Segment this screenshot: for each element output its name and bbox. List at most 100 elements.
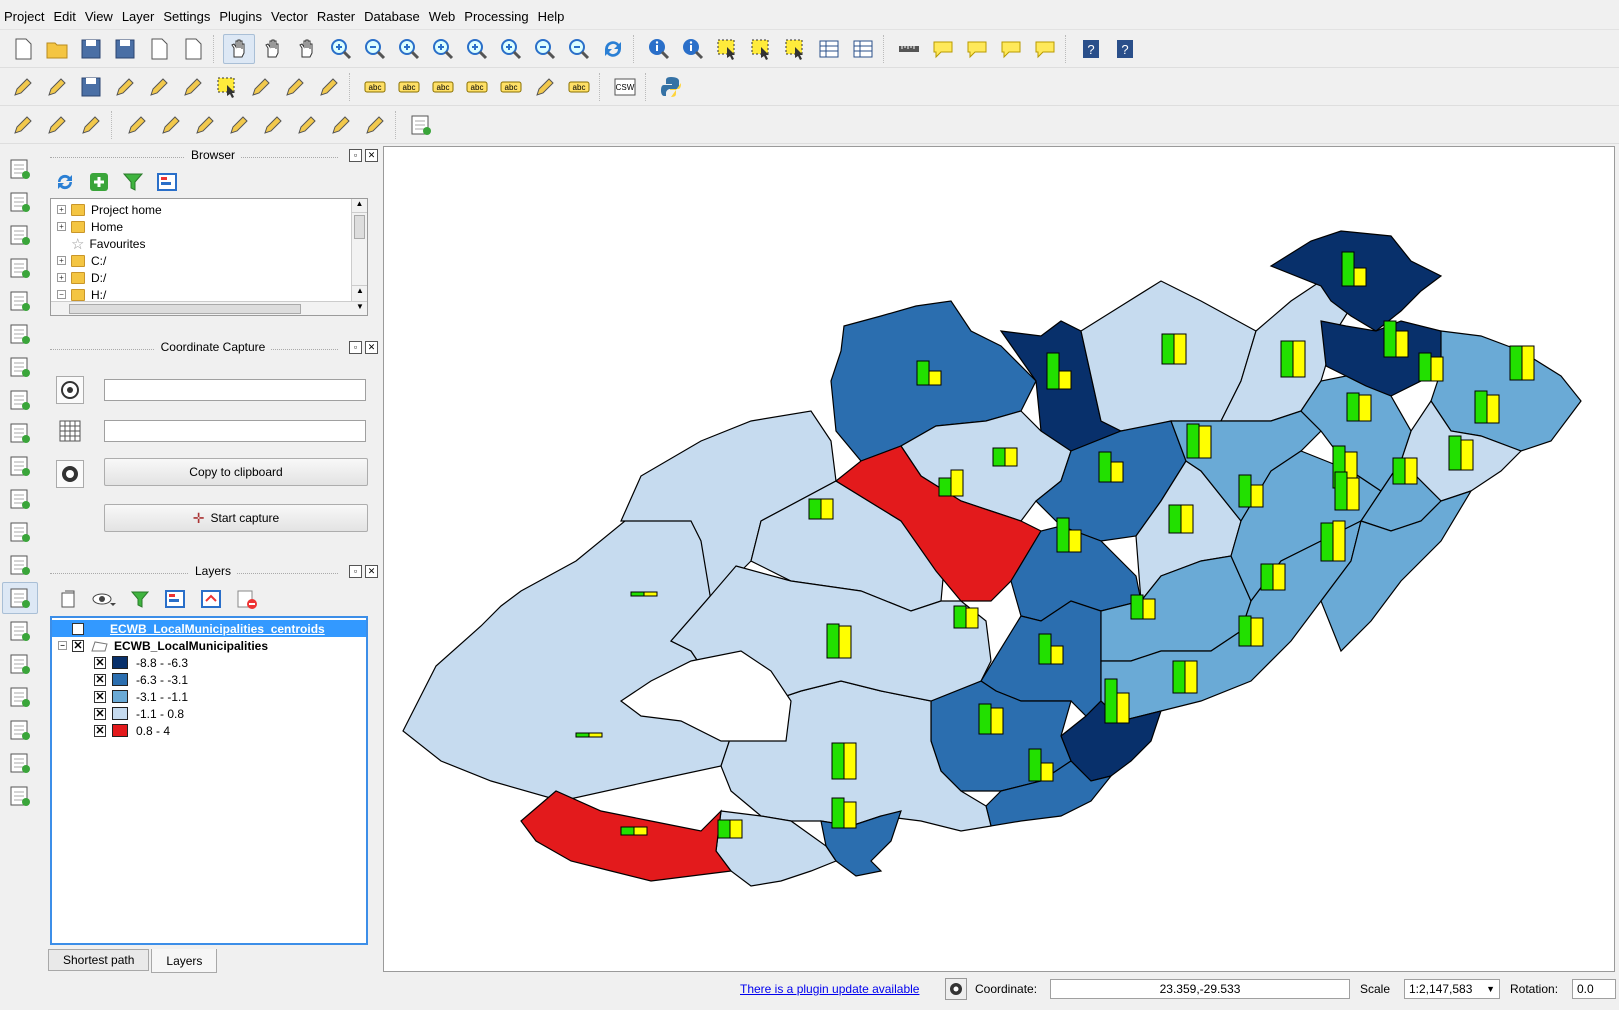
browser-item[interactable]: + Home	[51, 218, 367, 235]
menu-vector[interactable]: Vector	[270, 9, 316, 24]
cut-features-button[interactable]	[245, 72, 277, 102]
whats-this-button[interactable]: ?	[1109, 34, 1141, 64]
coordinate-field-2[interactable]	[104, 420, 366, 442]
collapse-icon[interactable]: −	[58, 641, 67, 650]
label-pin-button[interactable]: abc	[393, 72, 425, 102]
class-visibility-checkbox[interactable]: ✕	[94, 690, 106, 703]
topology-checker-button[interactable]	[2, 714, 38, 746]
close-icon[interactable]: ✕	[365, 565, 378, 578]
chevron-down-icon[interactable]: ▼	[1486, 984, 1495, 994]
zoom-to-layer-button[interactable]	[495, 34, 527, 64]
label-rotate-button[interactable]	[529, 72, 561, 102]
start-capture-button[interactable]: ✛ Start capture	[104, 504, 368, 532]
layer-styling-icon[interactable]	[58, 589, 78, 609]
browser-vscrollbar[interactable]: ▲ ▲ ▼	[351, 199, 367, 315]
add-vector-layer-button[interactable]	[2, 153, 38, 185]
class-visibility-checkbox[interactable]: ✕	[94, 673, 106, 686]
sql-button[interactable]	[2, 780, 38, 812]
browser-item[interactable]: + Project home	[51, 201, 367, 218]
municipality-polygon[interactable]	[520, 790, 733, 882]
legend-class-row[interactable]: ✕ -8.8 - -6.3	[52, 654, 366, 671]
legend-class-row[interactable]: ✕ 0.8 - 4	[52, 722, 366, 739]
toggle-editing-button[interactable]	[41, 72, 73, 102]
plugin-update-link[interactable]: There is a plugin update available	[740, 982, 919, 996]
attribute-table-button[interactable]	[813, 34, 845, 64]
scale-combobox[interactable]: 1:2,147,583 ▼	[1404, 979, 1500, 999]
reshape-button[interactable]	[223, 110, 255, 140]
add-delimited-text-button[interactable]	[2, 483, 38, 515]
add-mssql-layer-button[interactable]	[2, 285, 38, 317]
composer-manager-button[interactable]	[177, 34, 209, 64]
coordinate-display[interactable]: 23.359,-29.533	[1050, 979, 1350, 999]
expand-icon[interactable]: +	[57, 273, 66, 282]
tab-shortest-path[interactable]: Shortest path	[48, 949, 150, 971]
zoom-next-button[interactable]	[563, 34, 595, 64]
manage-visibility-icon[interactable]	[92, 589, 116, 609]
pan-map-button[interactable]	[257, 34, 289, 64]
menu-edit[interactable]: Edit	[52, 9, 83, 24]
new-shapefile-button[interactable]	[2, 516, 38, 548]
new-bookmark-button[interactable]	[961, 34, 993, 64]
zoom-to-selection-button[interactable]	[461, 34, 493, 64]
map-canvas[interactable]	[383, 146, 1615, 972]
print-composer-button[interactable]	[143, 34, 175, 64]
browser-item[interactable]: ☆ Favourites	[51, 235, 367, 253]
measure-button[interactable]	[893, 34, 925, 64]
float-icon[interactable]: ▫	[349, 565, 362, 578]
add-wms-layer-button[interactable]	[2, 384, 38, 416]
show-bookmarks-button[interactable]	[995, 34, 1027, 64]
save-as-button[interactable]	[109, 34, 141, 64]
csw-button[interactable]: CSW	[609, 72, 641, 102]
gps-button[interactable]	[2, 648, 38, 680]
legend-class-row[interactable]: ✕ -6.3 - -3.1	[52, 671, 366, 688]
map-tips-button[interactable]	[927, 34, 959, 64]
save-edits-button[interactable]	[75, 72, 107, 102]
class-visibility-checkbox[interactable]: ✕	[94, 656, 106, 669]
zoom-out-button[interactable]	[359, 34, 391, 64]
expand-icon[interactable]: +	[57, 222, 66, 231]
class-visibility-checkbox[interactable]: ✕	[94, 724, 106, 737]
help-button[interactable]: ?	[1075, 34, 1107, 64]
label-move-button[interactable]: abc	[495, 72, 527, 102]
digitize-1-button[interactable]	[7, 110, 39, 140]
layer-visibility-checkbox[interactable]: ✕	[72, 639, 84, 652]
menu-settings[interactable]: Settings	[162, 9, 218, 24]
coordinate-toggle-icon[interactable]	[945, 978, 967, 1000]
zoom-native-button[interactable]	[393, 34, 425, 64]
close-icon[interactable]: ✕	[365, 149, 378, 162]
split-button[interactable]	[257, 110, 289, 140]
merge-button[interactable]	[291, 110, 323, 140]
rotation-field[interactable]: 0.0	[1572, 979, 1616, 999]
float-icon[interactable]: ▫	[349, 341, 362, 354]
move-feature-button[interactable]	[143, 72, 175, 102]
zoom-last-button[interactable]	[529, 34, 561, 64]
digitize-3-button[interactable]	[75, 110, 107, 140]
paste-features-button[interactable]	[313, 72, 345, 102]
menu-help[interactable]: Help	[537, 9, 573, 24]
db-button[interactable]	[405, 110, 437, 140]
digitize-2-button[interactable]	[41, 110, 73, 140]
expression-select-button[interactable]	[779, 34, 811, 64]
identify-button[interactable]	[643, 34, 675, 64]
expand-icon[interactable]: −	[57, 290, 66, 299]
float-icon[interactable]: ▫	[349, 149, 362, 162]
pan-to-selection-button[interactable]	[291, 34, 323, 64]
add-raster-layer-button[interactable]	[2, 186, 38, 218]
field-calculator-button[interactable]	[847, 34, 879, 64]
grass-button[interactable]	[2, 747, 38, 779]
add-vertex-button[interactable]	[121, 110, 153, 140]
collapse-all-icon[interactable]	[156, 171, 178, 193]
menu-raster[interactable]: Raster	[316, 9, 363, 24]
new-spatialite-button[interactable]	[2, 549, 38, 581]
georeferencer-button[interactable]	[2, 615, 38, 647]
crs-selector-icon[interactable]	[56, 376, 84, 404]
filter-legend-icon[interactable]	[130, 589, 150, 609]
label-button[interactable]: abc	[359, 72, 391, 102]
layer-visibility-checkbox[interactable]: ✕	[72, 622, 84, 635]
class-visibility-checkbox[interactable]: ✕	[94, 707, 106, 720]
label-highlight-button[interactable]: abc	[427, 72, 459, 102]
legend-class-row[interactable]: ✕ -3.1 - -1.1	[52, 688, 366, 705]
copy-features-button[interactable]	[279, 72, 311, 102]
add-postgis-layer-button[interactable]	[2, 219, 38, 251]
map-svg[interactable]	[384, 147, 1614, 971]
